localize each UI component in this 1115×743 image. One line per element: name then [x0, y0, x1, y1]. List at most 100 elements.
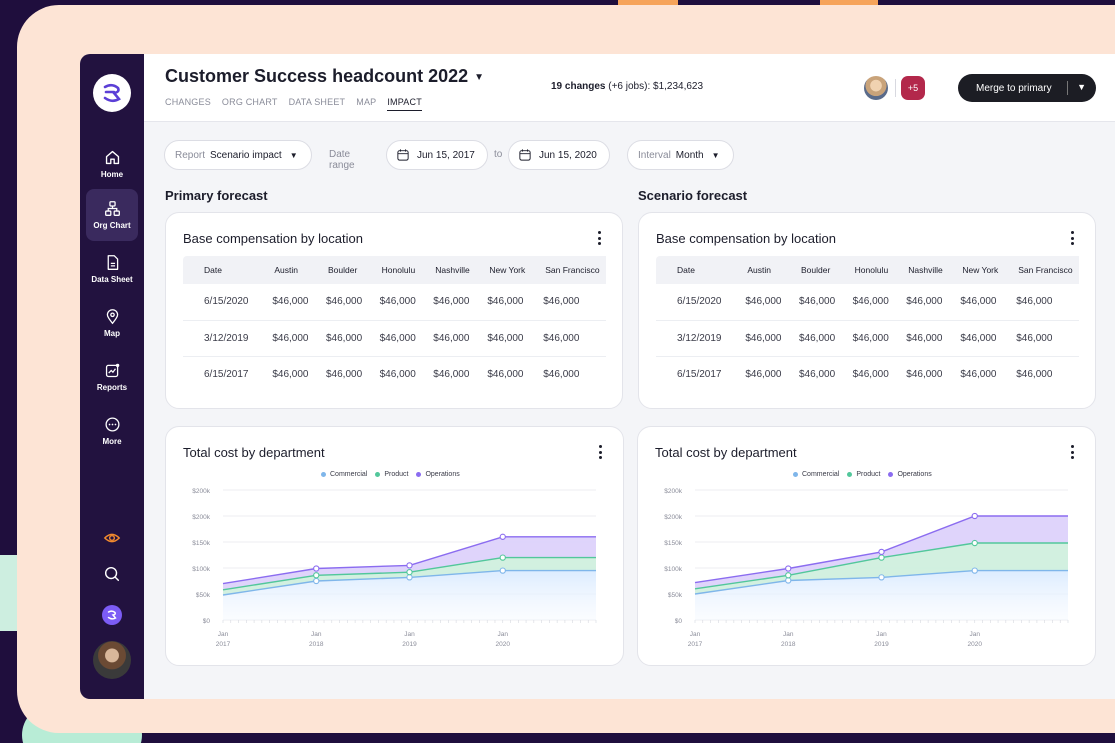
date-to-value: Jun 15, 2020 — [539, 149, 597, 161]
x-tick-label: Jan — [783, 631, 794, 638]
merge-to-primary-button[interactable]: Merge to primary ▼ — [958, 74, 1096, 102]
column-header[interactable]: New York — [954, 256, 1011, 284]
x-tick-label: Jan — [690, 631, 701, 638]
data-point — [971, 539, 978, 547]
to-label: to — [494, 149, 503, 160]
column-header[interactable]: Austin — [739, 256, 793, 284]
data-point — [313, 577, 320, 585]
page-title[interactable]: Customer Success headcount 2022 ▼ — [165, 66, 484, 87]
table-cell: $46,000 — [900, 320, 955, 357]
report-select[interactable]: Report Scenario impact ▼ — [164, 140, 312, 170]
caret-down-icon: ▼ — [711, 150, 720, 160]
table-cell: 6/15/2020 — [183, 284, 267, 321]
column-header[interactable]: Honolulu — [846, 256, 901, 284]
table-header-row: Date Austin Boulder Honolulu Nashville New Yo… — [656, 256, 1079, 284]
y-tick-label: $200k — [664, 488, 682, 495]
table-cell: $46,000 — [954, 284, 1011, 321]
sidebar-item-home[interactable]: Home — [86, 138, 138, 190]
table-cell: $46,000 — [373, 284, 428, 321]
table-cell: $46,000 — [487, 368, 524, 380]
y-tick-label: $0 — [675, 618, 683, 625]
tab-map[interactable]: MAP — [356, 97, 376, 111]
date-to-input[interactable]: Jun 15, 2020 — [508, 140, 610, 170]
sidebar-item-reports[interactable]: Reports — [86, 351, 138, 403]
x-tick-label: 2019 — [402, 641, 417, 648]
x-tick-label: 2017 — [688, 641, 703, 648]
interval-select[interactable]: Interval Month ▼ — [627, 140, 734, 170]
column-header[interactable]: Austin — [266, 256, 320, 284]
tab-changes[interactable]: CHANGES — [165, 97, 211, 111]
eye-icon[interactable] — [102, 528, 122, 548]
data-point — [499, 533, 506, 540]
sidebar-item-org-chart[interactable]: Org Chart — [86, 189, 138, 241]
caret-down-icon[interactable]: ▼ — [474, 72, 484, 83]
more-icon — [104, 417, 120, 432]
more-collaborators-badge[interactable]: +5 — [901, 76, 925, 100]
column-header[interactable]: Date — [183, 256, 267, 284]
tab-data-sheet[interactable]: DATA SHEET — [289, 97, 346, 111]
y-tick-label: $200k — [664, 514, 682, 521]
x-tick-label: 2019 — [874, 641, 889, 648]
column-header[interactable]: Boulder — [319, 256, 374, 284]
column-header[interactable]: San Francisco — [537, 256, 606, 284]
sidebar-item-map[interactable]: Map — [86, 297, 138, 349]
table-cell: $46,000 — [481, 284, 538, 321]
caret-down-icon[interactable]: ▼ — [1077, 82, 1086, 92]
table-cell: $46,000 — [481, 320, 538, 357]
data-point — [878, 554, 885, 561]
brand-logo-icon[interactable] — [93, 74, 131, 112]
user-avatar[interactable] — [93, 641, 131, 679]
data-point — [499, 567, 506, 574]
table-row: 6/15/2020 $46,000 $46,000 $46,000 $46,000 $46… — [183, 284, 606, 321]
compensation-table: Date Austin Boulder Honolulu Nashville New Yo… — [183, 256, 606, 392]
column-header[interactable]: New York — [481, 256, 538, 284]
primary-forecast-title: Primary forecast — [165, 188, 268, 203]
sidebar-item-label: Data Sheet — [91, 275, 133, 284]
tab-impact[interactable]: IMPACT — [387, 97, 422, 111]
cost-chart-card-primary: Total cost by department Commercial Prod… — [165, 426, 624, 666]
table-row: 6/15/2017 $46,000 $46,000 $46,000 $46,000 $46… — [183, 356, 606, 392]
y-tick-label: $200k — [192, 514, 210, 521]
tab-org-chart[interactable]: ORG CHART — [222, 97, 278, 111]
table-header-row: Date Austin Boulder Honolulu Nashville New Yo… — [183, 256, 606, 284]
column-header[interactable]: San Francisco — [1010, 256, 1079, 284]
compensation-card-primary: Base compensation by location Date Austin… — [165, 212, 623, 409]
column-header[interactable]: Nashville — [900, 256, 955, 284]
table-cell: $46,000 — [543, 368, 580, 380]
calendar-icon — [519, 149, 531, 161]
column-header[interactable]: Date — [656, 256, 740, 284]
cost-chart-card-scenario: Total cost by department Commercial Prod… — [637, 426, 1096, 666]
sidebar-item-label: Reports — [96, 383, 128, 392]
x-tick-label: 2020 — [496, 641, 511, 648]
calendar-icon — [397, 149, 409, 161]
table-cell: $46,000 — [319, 320, 374, 357]
date-from-input[interactable]: Jun 15, 2017 — [386, 140, 488, 170]
kebab-menu-icon[interactable] — [598, 231, 602, 245]
data-point — [971, 567, 978, 574]
table-cell: $46,000 — [427, 320, 482, 357]
search-icon[interactable] — [102, 564, 122, 584]
column-header[interactable]: Honolulu — [373, 256, 428, 284]
data-point — [878, 574, 885, 581]
kebab-menu-icon[interactable] — [1071, 231, 1075, 245]
column-header[interactable]: Nashville — [427, 256, 482, 284]
x-tick-label: Jan — [218, 631, 229, 638]
workspace-logo-icon[interactable] — [102, 605, 122, 625]
sidebar-item-more[interactable]: More — [86, 405, 138, 457]
x-tick-label: Jan — [876, 631, 887, 638]
collaborator-avatar[interactable] — [864, 76, 888, 100]
sidebar-item-label: Home — [100, 170, 124, 179]
sidebar-item-data-sheet[interactable]: Data Sheet — [86, 243, 138, 295]
table-cell: $46,000 — [739, 320, 793, 357]
column-header[interactable]: Boulder — [792, 256, 847, 284]
table-cell: $46,000 — [433, 368, 470, 380]
table-cell: $46,000 — [792, 320, 847, 357]
table-row: 6/15/2020 $46,000 $46,000 $46,000 $46,000 $46… — [656, 284, 1079, 321]
org-chart-icon — [104, 201, 120, 216]
compensation-table: Date Austin Boulder Honolulu Nashville New Yo… — [656, 256, 1079, 392]
divider — [1067, 81, 1068, 95]
y-tick-label: $150k — [664, 540, 682, 547]
report-label: Report — [175, 149, 206, 161]
y-tick-label: $150k — [192, 540, 210, 547]
data-point — [313, 565, 320, 572]
